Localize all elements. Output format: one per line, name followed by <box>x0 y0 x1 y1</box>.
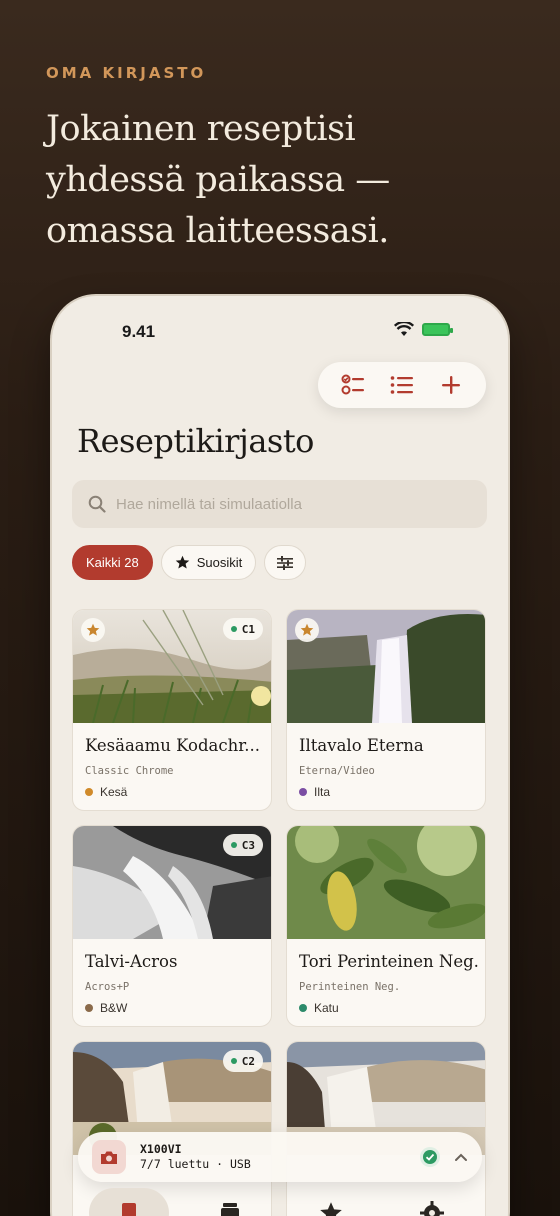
device-info: X100VI 7/7 luettu · USB <box>140 1142 251 1172</box>
star-icon <box>300 623 314 636</box>
star-icon <box>175 555 189 569</box>
star-icon <box>319 1202 342 1216</box>
recipe-title: Talvi-Acros <box>85 952 178 971</box>
device-name: X100VI <box>140 1142 182 1156</box>
page-title: Reseptikirjasto <box>77 422 314 460</box>
slot-badge: C2 <box>222 1050 263 1072</box>
eyebrow-label: OMA KIRJASTO <box>46 64 207 82</box>
headline-line-2: yhdessä paikassa — <box>46 160 390 200</box>
recipe-card[interactable]: Tori Perinteinen Neg. Perinteinen Neg. K… <box>286 825 486 1027</box>
add-recipe-button[interactable] <box>434 368 468 402</box>
device-actions <box>420 1147 468 1167</box>
tab-library[interactable] <box>88 1188 169 1216</box>
recipe-grid: C1 Kesäaamu Kodachr... Classic Chrome Ke… <box>72 609 488 1216</box>
select-list-button[interactable] <box>336 368 370 402</box>
recipe-card[interactable]: Iltavalo Eterna Eterna/Video Ilta <box>286 609 486 811</box>
connected-check-icon <box>420 1147 440 1167</box>
recipe-photo <box>287 610 485 723</box>
recipe-simulation: Eterna/Video <box>299 765 375 777</box>
recipe-simulation: Perinteinen Neg. <box>299 981 401 993</box>
headline-line-3: omassa laitteessasi. <box>46 211 389 251</box>
filter-favorites-label: Suosikit <box>196 555 243 570</box>
filter-favorites-chip[interactable]: Suosikit <box>160 545 257 580</box>
recipe-title: Tori Perinteinen Neg. <box>299 952 479 971</box>
chevron-up-icon[interactable] <box>454 1152 468 1162</box>
top-toolbar <box>318 362 486 408</box>
favorite-badge[interactable] <box>81 618 105 642</box>
star-icon <box>86 623 100 636</box>
slot-badge: C3 <box>222 834 263 856</box>
list-view-button[interactable] <box>385 368 419 402</box>
filter-all-label: Kaikki 28 <box>86 555 139 570</box>
search-icon <box>88 495 106 513</box>
favorite-badge[interactable] <box>295 618 319 642</box>
plus-icon <box>442 376 461 394</box>
list-icon <box>390 376 413 394</box>
recipe-photo: C3 <box>73 826 271 939</box>
hero-headline: Jokainen reseptisi yhdessä paikassa — om… <box>46 104 516 257</box>
status-icons <box>394 322 453 337</box>
tab-settings[interactable] <box>392 1188 472 1216</box>
filter-all-chip[interactable]: Kaikki 28 <box>72 545 153 580</box>
camera-icon <box>101 1151 117 1164</box>
recipe-tag: B&W <box>85 1001 127 1015</box>
recipe-tag: Katu <box>299 1001 339 1015</box>
search-bar[interactable] <box>72 480 487 528</box>
filter-settings-chip[interactable] <box>264 545 307 580</box>
tab-bar <box>78 1188 482 1216</box>
recipe-title: Iltavalo Eterna <box>299 736 424 755</box>
filter-chips: Kaikki 28 Suosikit <box>72 545 307 580</box>
device-status-bar[interactable]: X100VI 7/7 luettu · USB <box>78 1132 482 1182</box>
leaves-photo <box>287 826 485 939</box>
tab-stack[interactable] <box>190 1188 270 1216</box>
recipe-photo <box>287 826 485 939</box>
recipe-tag: Kesä <box>85 785 127 799</box>
select-list-icon <box>341 374 364 395</box>
recipe-simulation: Acros+P <box>85 981 130 993</box>
recipe-card[interactable]: C1 Kesäaamu Kodachr... Classic Chrome Ke… <box>72 609 272 811</box>
device-status: 7/7 luettu · USB <box>140 1157 251 1171</box>
recipe-title: Kesäaamu Kodachr... <box>85 736 261 755</box>
search-input[interactable] <box>116 495 456 513</box>
slot-badge: C1 <box>222 618 263 640</box>
wifi-icon <box>394 322 414 336</box>
status-time: 9.41 <box>122 322 156 341</box>
recipe-tag: Ilta <box>299 785 330 799</box>
gear-icon <box>419 1201 444 1216</box>
phone-mockup: 9.41 Reseptikirjasto Hae nimellä tai sim… <box>52 296 508 1216</box>
headline-line-1: Jokainen reseptisi <box>46 109 356 149</box>
recipe-card[interactable]: C3 Talvi-Acros Acros+P B&W <box>72 825 272 1027</box>
sliders-icon <box>277 555 294 570</box>
stack-icon <box>220 1203 239 1216</box>
battery-icon <box>422 323 453 336</box>
tab-favorites[interactable] <box>291 1188 371 1216</box>
book-icon <box>121 1203 136 1216</box>
recipe-photo: C1 <box>73 610 271 723</box>
camera-badge <box>92 1140 126 1174</box>
recipe-simulation: Classic Chrome <box>85 765 174 777</box>
